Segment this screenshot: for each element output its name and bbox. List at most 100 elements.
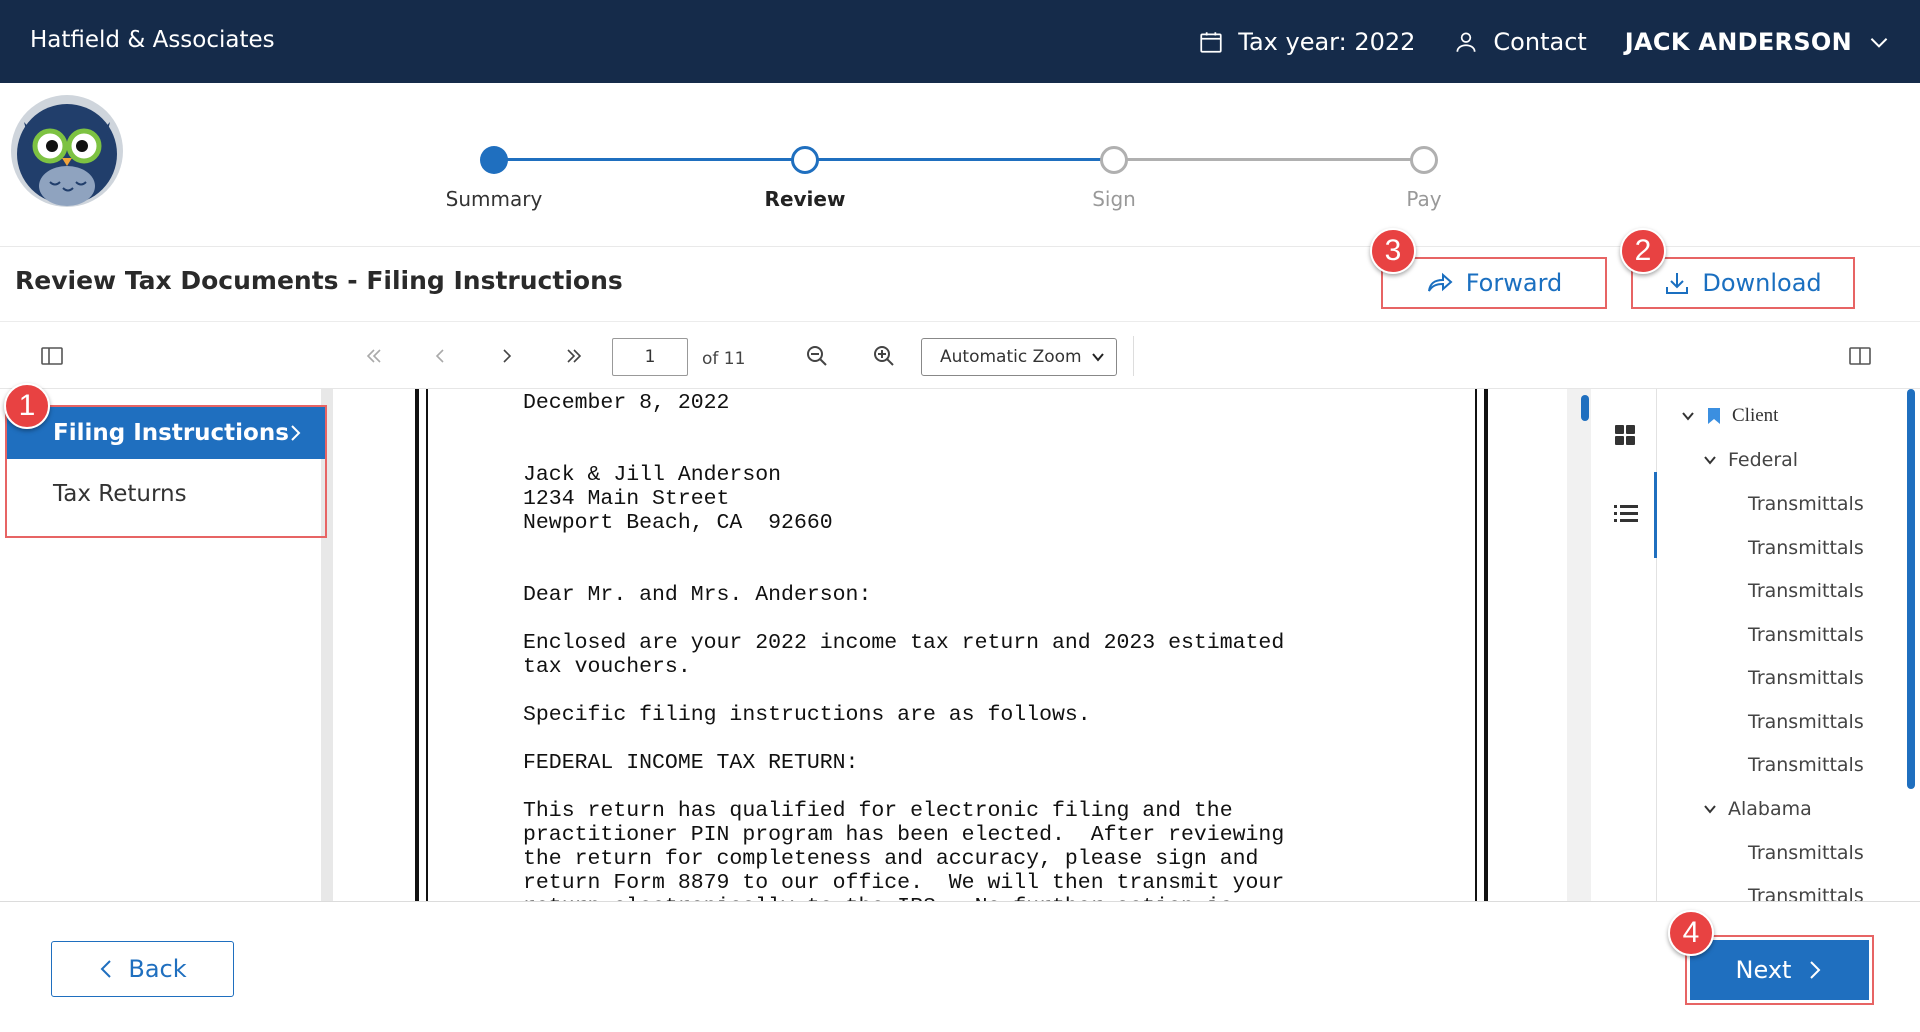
outline-group-alabama[interactable]: Alabama xyxy=(1702,798,1812,820)
nav-item-tax-returns[interactable]: Tax Returns xyxy=(7,466,325,522)
forward-button[interactable]: Forward xyxy=(1381,257,1607,309)
chevron-right-icon xyxy=(291,425,301,441)
top-bar: Hatfield & Associates Tax year: 2022 Con… xyxy=(0,0,1920,83)
forward-label: Forward xyxy=(1465,269,1563,297)
outline-scrollbar[interactable] xyxy=(1907,389,1915,789)
outline-root[interactable]: Client xyxy=(1680,405,1778,427)
step-dot-review[interactable] xyxy=(791,146,819,174)
step-label-review[interactable]: Review xyxy=(765,187,846,211)
callout-badge-next: 4 xyxy=(1668,910,1714,956)
chevron-down-icon xyxy=(1682,412,1694,421)
callout-badge-nav: 1 xyxy=(4,383,50,429)
document-viewer[interactable]: December 8, 2022 Jack & Jill Anderson 123… xyxy=(333,389,1567,901)
step-label-pay: Pay xyxy=(1406,187,1442,211)
outline-item[interactable]: Transmittals xyxy=(1748,537,1864,559)
outline-view-switcher xyxy=(1591,389,1657,901)
document-line xyxy=(523,535,1284,559)
download-label: Download xyxy=(1702,269,1822,297)
step-dot-pay xyxy=(1410,146,1438,174)
outline-item[interactable]: Transmittals xyxy=(1748,580,1864,602)
page-border xyxy=(1484,389,1488,901)
document-line: Newport Beach, CA 92660 xyxy=(523,511,833,535)
user-menu[interactable]: JACK ANDERSON xyxy=(1625,28,1852,56)
download-icon xyxy=(1666,273,1689,294)
thumbnails-icon[interactable] xyxy=(1614,424,1636,446)
back-label: Back xyxy=(128,955,187,983)
document-scrollbar[interactable] xyxy=(1567,389,1591,901)
step-dot-summary[interactable] xyxy=(480,146,508,174)
step-label-sign: Sign xyxy=(1092,187,1136,211)
top-bar-actions: Tax year: 2022 Contact JACK ANDERSON xyxy=(1198,24,1892,60)
next-page-icon[interactable] xyxy=(495,344,519,368)
footer-divider xyxy=(0,901,1920,902)
zoom-select-value: Automatic Zoom xyxy=(940,347,1082,367)
outline-item[interactable]: Transmittals xyxy=(1748,885,1864,901)
last-page-icon[interactable] xyxy=(562,344,586,368)
next-label: Next xyxy=(1735,956,1792,984)
page-title: Review Tax Documents - Filing Instructio… xyxy=(15,266,623,295)
outline-item[interactable]: Transmittals xyxy=(1748,624,1864,646)
firm-name: Hatfield & Associates xyxy=(30,27,275,53)
progress-stepper: Summary Review Sign Pay xyxy=(0,140,1920,220)
toggle-outline-icon[interactable] xyxy=(1848,344,1872,368)
step-dot-sign xyxy=(1100,146,1128,174)
outline-item[interactable]: Transmittals xyxy=(1748,842,1864,864)
page-number-input[interactable]: 1 xyxy=(612,338,688,376)
callout-badge-forward: 3 xyxy=(1370,228,1416,274)
document-line: tax vouchers. xyxy=(523,655,691,679)
document-line xyxy=(523,607,1284,631)
step-connector xyxy=(494,158,805,161)
document-line xyxy=(523,439,1284,463)
outline-list-icon[interactable] xyxy=(1614,503,1638,525)
page-border xyxy=(415,389,419,901)
document-line: Jack & Jill Anderson xyxy=(523,463,782,487)
page-border xyxy=(1475,389,1477,901)
previous-page-icon[interactable] xyxy=(428,344,452,368)
document-line xyxy=(523,679,1284,703)
download-button[interactable]: Download xyxy=(1631,257,1855,309)
step-connector xyxy=(805,158,1114,161)
zoom-select[interactable]: Automatic Zoom xyxy=(921,338,1117,376)
outline-active-indicator xyxy=(1654,472,1657,558)
outline-item[interactable]: Transmittals xyxy=(1748,493,1864,515)
document-line xyxy=(523,559,1284,583)
outline-overflow: Transmittals xyxy=(1700,885,1910,901)
document-line: Dear Mr. and Mrs. Anderson: xyxy=(523,583,872,607)
outline-item[interactable]: Transmittals xyxy=(1748,667,1864,689)
document-line: practitioner PIN program has been electe… xyxy=(523,823,1285,847)
document-text: December 8, 2022 Jack & Jill Anderson 123… xyxy=(523,391,1284,901)
chevron-right-icon xyxy=(1810,961,1821,979)
outline-group-label: Alabama xyxy=(1728,798,1812,820)
zoom-in-icon[interactable] xyxy=(872,344,896,368)
person-icon xyxy=(1456,32,1476,52)
document-line: December 8, 2022 xyxy=(523,391,730,415)
chevron-down-icon[interactable] xyxy=(1866,29,1892,55)
page-count-label: of 11 xyxy=(702,349,746,369)
outline-item[interactable]: Transmittals xyxy=(1748,711,1864,733)
bookmark-icon xyxy=(1708,408,1720,424)
document-line: Specific filing instructions are as foll… xyxy=(523,703,1091,727)
contact-link[interactable]: Contact xyxy=(1493,28,1586,56)
document-scrollbar-thumb[interactable] xyxy=(1581,395,1589,421)
nav-item-filing-instructions[interactable]: Filing Instructions xyxy=(7,407,325,459)
next-button[interactable]: Next xyxy=(1690,940,1869,1000)
tax-year-selector[interactable]: Tax year: 2022 xyxy=(1238,28,1415,56)
first-page-icon[interactable] xyxy=(362,344,386,368)
document-line: 1234 Main Street xyxy=(523,487,730,511)
calendar-icon xyxy=(1200,32,1222,53)
outline-root-label: Client xyxy=(1732,405,1779,426)
toggle-sidebar-icon[interactable] xyxy=(40,344,64,368)
share-arrow-icon xyxy=(1427,272,1453,292)
document-line xyxy=(523,727,1284,751)
step-label-summary[interactable]: Summary xyxy=(446,187,543,211)
document-line: Enclosed are your 2022 income tax return… xyxy=(523,631,1285,655)
document-line: return Form 8879 to our office. We will … xyxy=(523,871,1285,895)
zoom-out-icon[interactable] xyxy=(805,344,829,368)
outline-group-federal[interactable]: Federal xyxy=(1702,449,1798,471)
pdf-toolbar: 1 of 11 Automatic Zoom xyxy=(0,321,1920,389)
outline-item[interactable]: Transmittals xyxy=(1748,754,1864,776)
document-line: This return has qualified for electronic… xyxy=(523,799,1233,823)
document-line: FEDERAL INCOME TAX RETURN: xyxy=(523,751,859,775)
document-line xyxy=(523,415,1284,439)
back-button[interactable]: Back xyxy=(51,941,234,997)
